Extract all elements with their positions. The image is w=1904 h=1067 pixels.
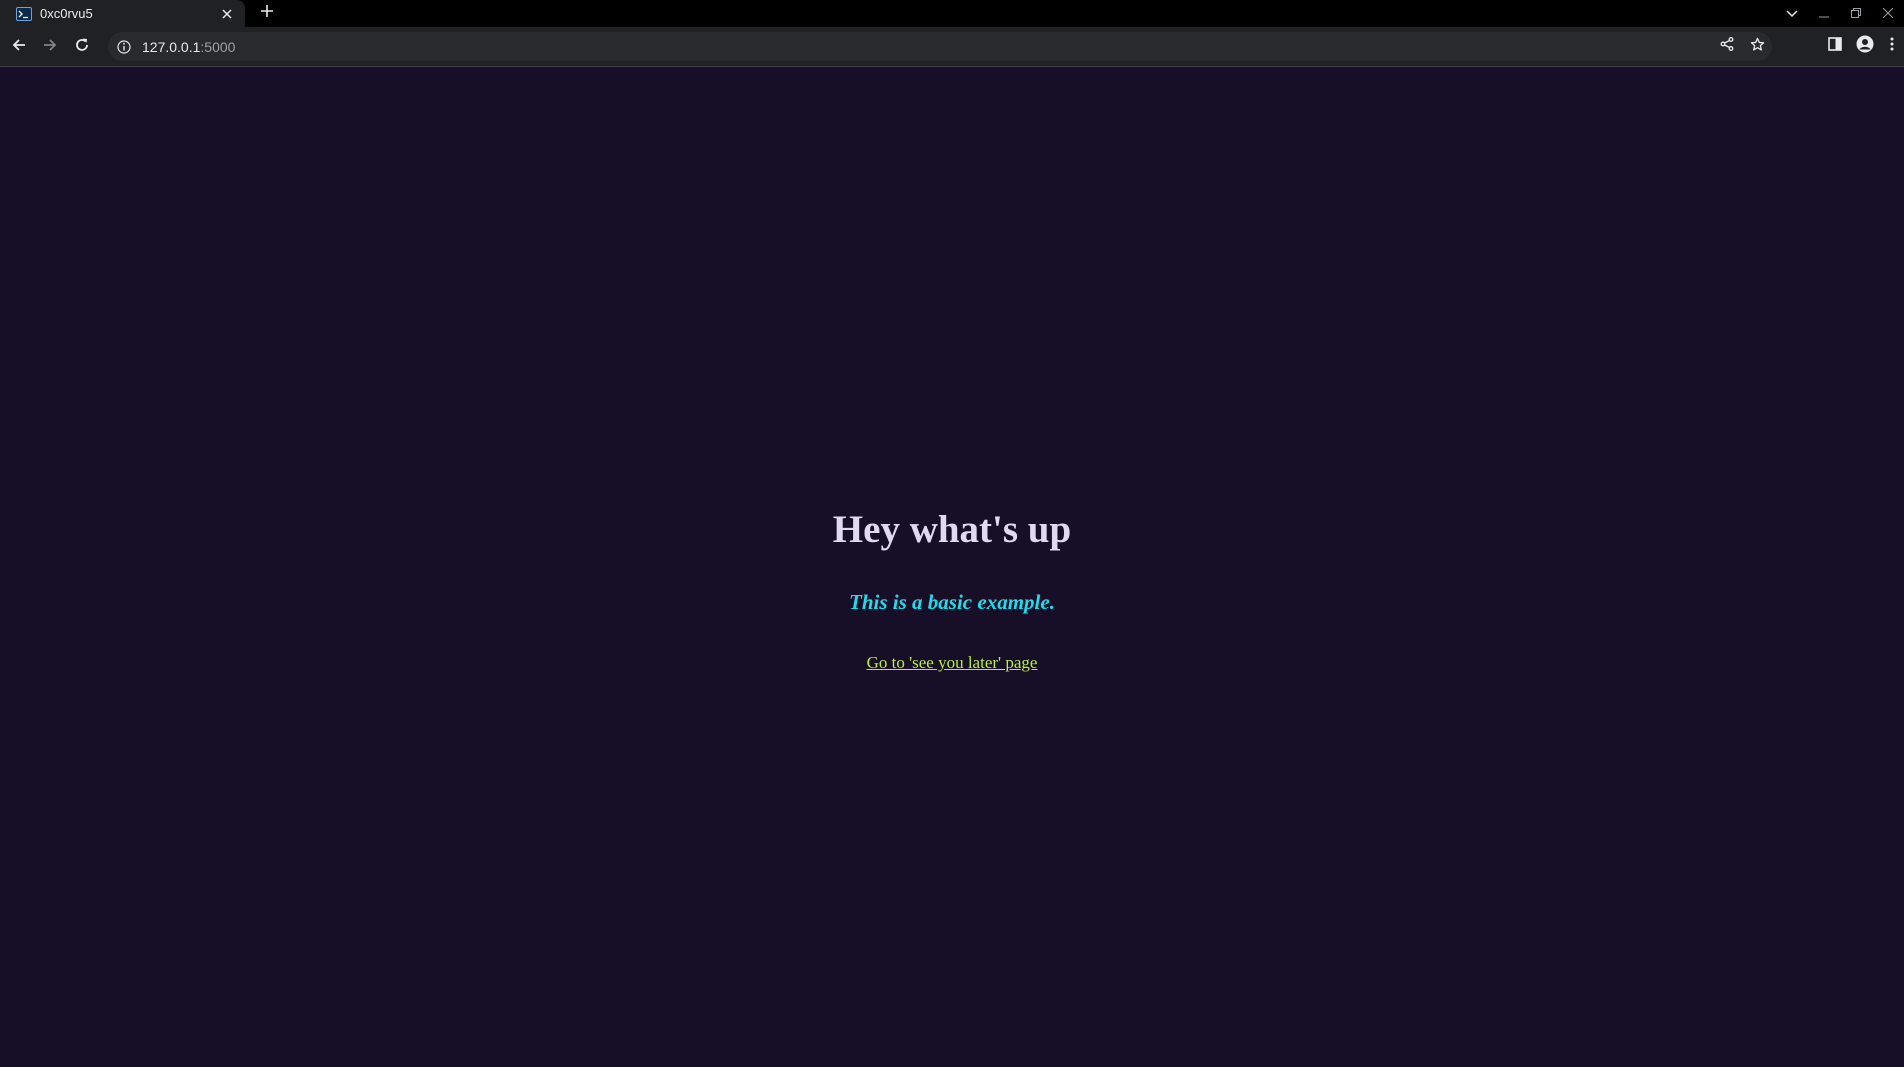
url-port: :5000	[200, 38, 236, 55]
see-you-later-link[interactable]: Go to 'see you later' page	[867, 653, 1038, 673]
close-icon	[1882, 5, 1894, 23]
profile-button[interactable]	[1850, 32, 1880, 61]
page-heading: Hey what's up	[832, 508, 1072, 551]
new-tab-button[interactable]	[257, 3, 277, 23]
tab-strip: 0xc0rvu5	[0, 0, 1904, 27]
chevron-down-icon	[1786, 5, 1798, 23]
restore-button[interactable]	[1840, 0, 1872, 27]
url-host: 127.0.0.1	[142, 38, 201, 55]
minimize-button[interactable]	[1808, 0, 1840, 27]
forward-button[interactable]	[38, 35, 62, 59]
share-icon	[1720, 37, 1734, 56]
side-panel-button[interactable]	[1820, 32, 1850, 61]
profile-icon	[1856, 35, 1874, 58]
page-subtitle: This is a basic example.	[849, 589, 1055, 614]
url-text: 127.0.0.1:5000	[142, 39, 235, 55]
close-window-button[interactable]	[1872, 0, 1904, 27]
minimize-icon	[1819, 5, 1829, 23]
address-bar-actions	[1712, 32, 1772, 61]
side-panel-icon	[1828, 37, 1842, 56]
forward-arrow-icon	[42, 37, 58, 58]
back-arrow-icon	[11, 37, 27, 58]
bookmark-button[interactable]	[1742, 32, 1772, 61]
share-button[interactable]	[1712, 32, 1742, 61]
plus-icon	[260, 4, 274, 23]
reload-button[interactable]	[70, 35, 94, 59]
menu-button[interactable]	[1880, 32, 1904, 61]
star-icon	[1750, 37, 1765, 57]
reload-icon	[74, 37, 90, 58]
tab-active[interactable]: 0xc0rvu5	[0, 0, 245, 27]
toolbar-right	[1820, 32, 1904, 61]
address-bar[interactable]: 127.0.0.1:5000	[108, 32, 1772, 61]
kebab-menu-icon	[1890, 37, 1894, 56]
center-block: Hey what's up This is a basic example. G…	[0, 507, 1904, 673]
terminal-icon	[16, 6, 32, 22]
window-controls	[1776, 0, 1904, 27]
page-content: Hey what's up This is a basic example. G…	[0, 67, 1904, 1067]
tab-search-button[interactable]	[1776, 0, 1808, 27]
restore-icon	[1851, 5, 1861, 23]
back-button[interactable]	[7, 35, 31, 59]
tab-close-icon[interactable]	[219, 6, 235, 22]
browser-toolbar: 127.0.0.1:5000	[0, 27, 1904, 67]
tab-title: 0xc0rvu5	[40, 6, 93, 21]
browser-window: 0xc0rvu5 127.0.0.1:5000 Hey what's up Th…	[0, 0, 1904, 1067]
info-icon[interactable]	[116, 39, 132, 55]
